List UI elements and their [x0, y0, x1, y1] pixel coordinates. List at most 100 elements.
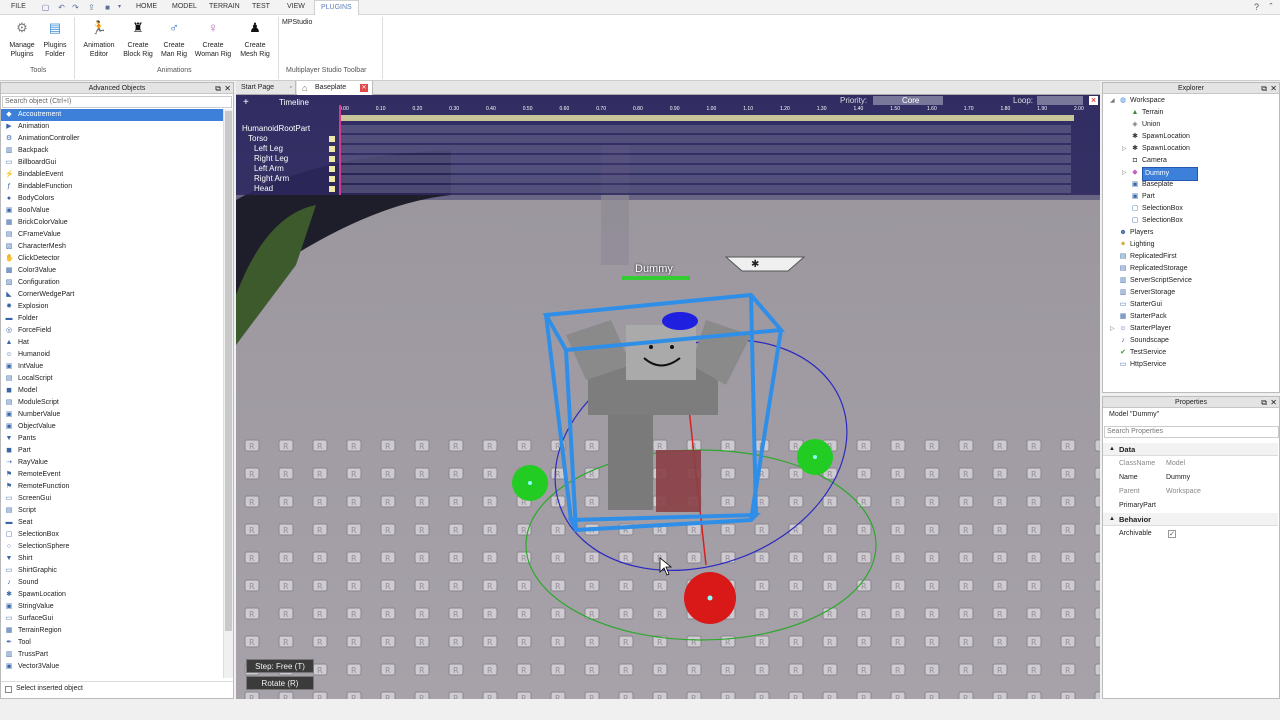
object-list-item[interactable]: ▦ TerrainRegion — [1, 625, 223, 637]
dummy-left-leg[interactable] — [608, 415, 653, 510]
object-list-item[interactable]: ▲ Hat — [1, 337, 223, 349]
timeline-part-label[interactable]: Torso — [248, 134, 268, 143]
object-list-item[interactable]: ▣ ObjectValue — [1, 421, 223, 433]
rotate-handle-blue[interactable] — [662, 312, 698, 330]
menu-tab-model[interactable]: MODEL — [172, 3, 197, 10]
explorer-item[interactable]: ▦ StarterPack — [1103, 311, 1278, 323]
plugins-folder-button[interactable]: ▤ Plugins Folder — [40, 18, 70, 59]
object-list-item[interactable]: ▤ LocalScript — [1, 373, 223, 385]
save-icon[interactable]: ■ — [103, 3, 112, 12]
explorer-item[interactable]: ▥ ServerStorage — [1103, 287, 1278, 299]
object-list-item[interactable]: ⚡ BindableEvent — [1, 169, 223, 181]
explorer-item[interactable]: ☻ Players — [1103, 227, 1278, 239]
timeline-part-label[interactable]: Left Arm — [254, 164, 284, 173]
timeline-part-label[interactable]: Left Leg — [254, 144, 283, 153]
menu-tab-view[interactable]: VIEW — [287, 3, 305, 10]
explorer-item[interactable]: ▣ Part — [1103, 191, 1278, 203]
object-list-item[interactable]: ▤ ModuleScript — [1, 397, 223, 409]
object-list-item[interactable]: ▶ Animation — [1, 121, 223, 133]
object-list-item[interactable]: ◣ CornerWedgePart — [1, 289, 223, 301]
explorer-item[interactable]: ▭ StarterGui — [1103, 299, 1278, 311]
explorer-item[interactable]: ✷ Lighting — [1103, 239, 1278, 251]
priority-dropdown[interactable]: Core — [873, 96, 943, 105]
3d-viewport[interactable]: R ✱ — [236, 95, 1100, 699]
object-list-item[interactable]: ♪ Sound — [1, 577, 223, 589]
create-woman-rig-button[interactable]: ♀ Create Woman Rig — [193, 18, 233, 59]
timeline-part-label[interactable]: HumanoidRootPart — [242, 124, 310, 133]
explorer-item[interactable]: ✔ TestService — [1103, 347, 1278, 359]
object-list-item[interactable]: ⚙ AnimationController — [1, 133, 223, 145]
object-list-item[interactable]: ▧ CharacterMesh — [1, 241, 223, 253]
dummy-right-leg-selected[interactable] — [656, 450, 701, 512]
undock-icon[interactable]: ⧉ — [215, 83, 221, 94]
keyframe-track[interactable] — [341, 175, 1071, 183]
object-list-item[interactable]: ▭ ShirtGraphic — [1, 565, 223, 577]
object-list-item[interactable]: ◼ Part — [1, 445, 223, 457]
create-man-rig-button[interactable]: ♂ Create Man Rig — [158, 18, 190, 59]
quick-access-dropdown-icon[interactable]: ▾ — [115, 3, 124, 12]
explorer-item[interactable]: ▷ ✱ SpawnLocation — [1103, 143, 1278, 155]
object-list-item[interactable]: ▭ BillboardGui — [1, 157, 223, 169]
keyframe-track[interactable] — [341, 145, 1071, 153]
undo-icon[interactable]: ↶ — [57, 3, 66, 12]
object-list-item[interactable]: ⚑ RemoteFunction — [1, 481, 223, 493]
object-list-item[interactable]: ▥ Backpack — [1, 145, 223, 157]
collapse-icon[interactable]: ▲ — [1109, 513, 1115, 526]
timeline-part-label[interactable]: Right Arm — [254, 174, 289, 183]
object-list-item[interactable]: ▣ NumberValue — [1, 409, 223, 421]
object-list-item[interactable]: ▣ IntValue — [1, 361, 223, 373]
collapse-icon[interactable]: ▲ — [1109, 443, 1115, 456]
create-mesh-rig-button[interactable]: ♟ Create Mesh Rig — [237, 18, 273, 59]
object-list-item[interactable]: ▤ Script — [1, 505, 223, 517]
object-list-item[interactable]: ⇢ RayValue — [1, 457, 223, 469]
expand-arrow-icon[interactable]: ▷ — [1122, 143, 1128, 155]
dummy-head[interactable] — [626, 325, 696, 380]
help-icon[interactable]: ? — [1254, 2, 1259, 12]
explorer-item[interactable]: ▲ Terrain — [1103, 107, 1278, 119]
object-list-item[interactable]: ☺ Humanoid — [1, 349, 223, 361]
keyframe-track[interactable] — [341, 125, 1071, 133]
expand-arrow-icon[interactable]: ◢ — [1110, 95, 1116, 107]
object-list-item[interactable]: ▣ Vector3Value — [1, 661, 223, 673]
object-list-item[interactable]: ▬ Folder — [1, 313, 223, 325]
object-list-item[interactable]: ▥ TrussPart — [1, 649, 223, 661]
part-visibility-checkbox[interactable] — [329, 176, 335, 182]
close-icon[interactable]: ✕ — [360, 84, 368, 92]
prop-name[interactable]: Name Dummy — [1103, 471, 1278, 485]
object-list-item[interactable]: ▼ Pants — [1, 433, 223, 445]
redo-icon[interactable]: ↷ — [71, 3, 80, 12]
keyframe-track[interactable] — [341, 155, 1071, 163]
tab-baseplate[interactable]: ⌂ Baseplate ✕ — [297, 81, 373, 95]
keyframe-track[interactable] — [341, 185, 1071, 193]
object-list-item[interactable]: ▤ CFrameValue — [1, 229, 223, 241]
timeline-close-button[interactable]: × — [1089, 96, 1098, 105]
close-icon[interactable]: ✕ — [1270, 397, 1277, 408]
create-block-rig-button[interactable]: ♜ Create Block Rig — [120, 18, 156, 59]
menu-tab-test[interactable]: TEST — [252, 3, 270, 10]
explorer-item[interactable]: ▤ ReplicatedStorage — [1103, 263, 1278, 275]
explorer-item[interactable]: ▤ ReplicatedFirst — [1103, 251, 1278, 263]
select-inserted-checkbox[interactable] — [5, 686, 12, 693]
object-list-item[interactable]: ▩ Color3Value — [1, 265, 223, 277]
menu-tab-plugins[interactable]: PLUGINS — [314, 0, 359, 15]
scrollbar-thumb[interactable] — [225, 111, 232, 631]
object-list-item[interactable]: ▼ Shirt — [1, 553, 223, 565]
archivable-checkbox[interactable]: ✓ — [1168, 530, 1176, 538]
step-free-button[interactable]: Step: Free (T) — [246, 659, 314, 673]
timeline-scrub-bar[interactable] — [341, 115, 1074, 121]
object-list-item[interactable]: ▭ SurfaceGui — [1, 613, 223, 625]
search-properties-input[interactable]: Search Properties — [1104, 426, 1279, 438]
close-icon[interactable]: ✕ — [1270, 83, 1277, 94]
explorer-item[interactable]: ◈ Union — [1103, 119, 1278, 131]
expand-arrow-icon[interactable]: ▷ — [1122, 167, 1128, 179]
object-list-item[interactable]: ⚑ RemoteEvent — [1, 469, 223, 481]
object-list-item[interactable]: ✋ ClickDetector — [1, 253, 223, 265]
explorer-item[interactable]: ♪ Soundscape — [1103, 335, 1278, 347]
close-icon[interactable]: ▫ — [290, 81, 292, 95]
rotate-mode-button[interactable]: Rotate (R) — [246, 676, 314, 690]
search-object-input[interactable]: Search object (Ctrl+I) — [2, 96, 232, 108]
ribbon-collapse-icon[interactable]: ⌃ — [1268, 2, 1274, 10]
object-list-item[interactable]: ◼ Model — [1, 385, 223, 397]
prop-primarypart[interactable]: PrimaryPart — [1103, 499, 1278, 513]
tab-start-page[interactable]: Start Page ▫ — [236, 81, 296, 95]
